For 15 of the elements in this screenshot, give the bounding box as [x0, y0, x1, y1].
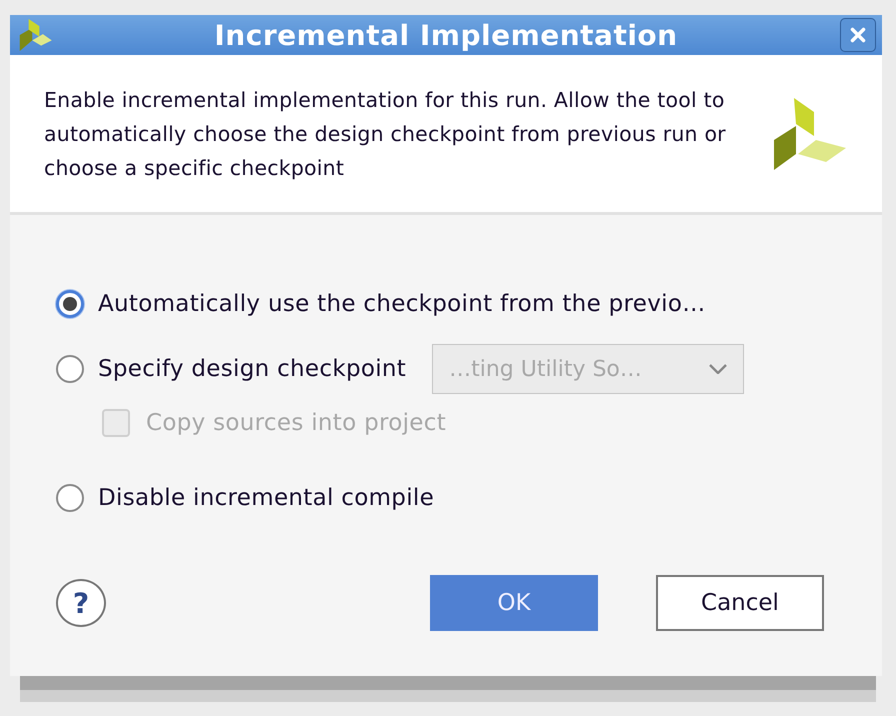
description-text: Enable incremental implementation for this run. Allow the tool to automatically choose the design checkpoint from previous run or choose a specific checkpoint [44, 86, 727, 182]
dropdown-value: …ting Utility So… [449, 356, 643, 382]
option-label: Disable incremental compile [98, 485, 434, 511]
help-button[interactable]: ? [56, 579, 106, 627]
radio-button[interactable] [56, 290, 84, 318]
window-title: Incremental Implementation [213, 18, 679, 52]
option-label: Copy sources into project [146, 410, 446, 436]
radio-button[interactable] [56, 355, 84, 383]
chevron-down-icon [709, 364, 728, 374]
close-button[interactable] [840, 18, 876, 52]
option-label: Specify design checkpoint [98, 356, 406, 382]
option-label: Automatically use the checkpoint from the previo… [98, 291, 706, 317]
cancel-button[interactable]: Cancel [656, 575, 824, 631]
radio-button[interactable] [56, 484, 84, 512]
triangle-logo-icon [774, 98, 846, 170]
